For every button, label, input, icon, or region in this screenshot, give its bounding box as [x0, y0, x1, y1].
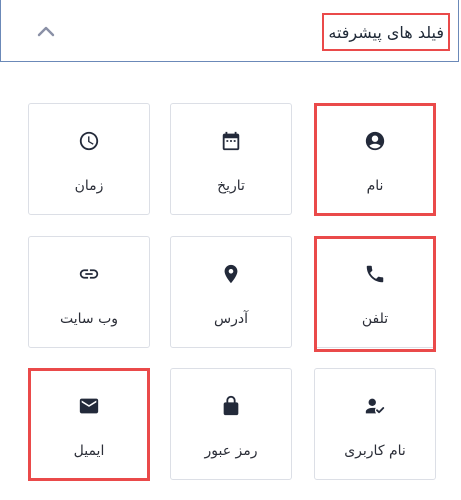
- advanced-fields-title: فیلد های پیشرفته: [322, 13, 450, 51]
- field-card-label: آدرس: [214, 311, 248, 327]
- field-card-label: نام کاربری: [344, 443, 406, 459]
- field-card-label: رمز عبور: [204, 443, 258, 459]
- calendar-icon: [220, 130, 242, 152]
- clock-icon: [78, 130, 100, 152]
- chevron-up-icon[interactable]: [35, 22, 57, 40]
- field-card-name[interactable]: نام: [314, 103, 436, 215]
- field-card-website[interactable]: وب سایت: [28, 236, 150, 348]
- field-card-password[interactable]: رمز عبور: [170, 368, 292, 480]
- user-check-icon: [364, 395, 386, 417]
- field-card-address[interactable]: آدرس: [170, 236, 292, 348]
- field-card-phone[interactable]: تلفن: [314, 236, 436, 348]
- advanced-fields-header[interactable]: فیلد های پیشرفته: [0, 0, 459, 62]
- field-card-email[interactable]: ایمیل: [28, 368, 150, 480]
- lock-icon: [220, 395, 242, 417]
- field-card-username[interactable]: نام کاربری: [314, 368, 436, 480]
- field-card-label: نام: [366, 178, 384, 194]
- field-card-label: ایمیل: [73, 443, 105, 459]
- field-card-time[interactable]: زمان: [28, 103, 150, 215]
- link-icon: [78, 263, 100, 285]
- field-card-label: تلفن: [361, 311, 389, 327]
- field-card-date[interactable]: تاریخ: [170, 103, 292, 215]
- location-pin-icon: [220, 263, 242, 285]
- field-card-label: زمان: [74, 178, 104, 194]
- phone-icon: [364, 263, 386, 285]
- email-icon: [78, 395, 100, 417]
- field-card-label: تاریخ: [217, 178, 245, 194]
- field-card-label: وب سایت: [59, 311, 119, 327]
- account-circle-icon: [364, 130, 386, 152]
